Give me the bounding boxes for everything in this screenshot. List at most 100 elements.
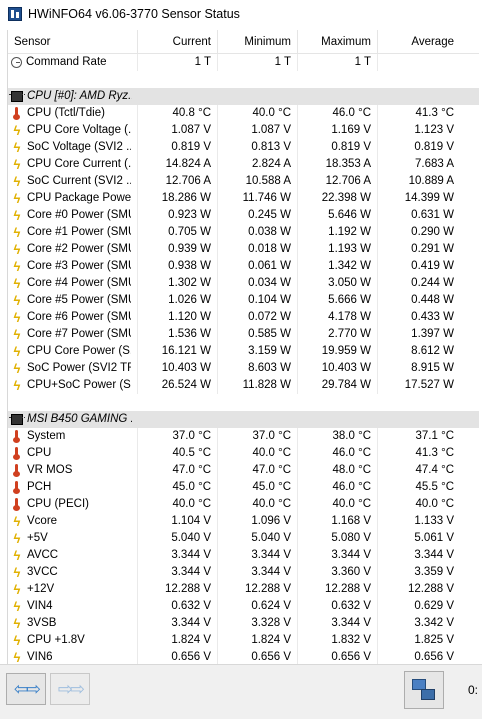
group-header-row[interactable]: CPU [#0]: AMD Ryz... (8, 88, 479, 105)
table-row[interactable]: ϟ SoC Voltage (SVI2 ... 0.819 V 0.813 V 0.81… (8, 139, 479, 156)
sensor-cell: CPU [#0]: AMD Ryz... (8, 88, 138, 105)
average-value: 8.612 W (411, 345, 454, 357)
double-arrow-disabled-icon: ⇨⇨ (57, 678, 85, 700)
table-row[interactable]: ϟ 3VCC 3.344 V 3.344 V 3.360 V 3.359 V (8, 564, 479, 581)
maximum-value: 46.0 °C (298, 445, 378, 462)
table-row[interactable]: ϟ VIN6 0.656 V 0.656 V 0.656 V 0.656 V (8, 649, 479, 664)
voltage-bolt-icon: ϟ (13, 361, 21, 376)
minimum-value: 47.0 °C (218, 462, 298, 479)
minimum-value: 0.072 W (218, 309, 298, 326)
voltage-bolt-icon: ϟ (13, 616, 21, 631)
current-value: 12.706 A (138, 173, 218, 190)
average-value: 8.915 W (411, 362, 454, 374)
maximum-value: 3.344 V (298, 615, 378, 632)
sensor-cell: ϟ CPU Package Powe... (8, 190, 138, 207)
sensor-name: VIN6 (27, 651, 53, 663)
column-header-sensor[interactable]: Sensor (8, 30, 138, 54)
table-row[interactable]: Command Rate 1 T1 T1 T (8, 54, 479, 71)
average-value: 12.288 V (407, 583, 454, 595)
table-row[interactable]: ϟ CPU+SoC Power (S... 26.524 W 11.828 W 29.7… (8, 377, 479, 394)
voltage-bolt-icon: ϟ (13, 633, 21, 648)
table-row[interactable]: ϟ Core #0 Power (SMU) 0.923 W 0.245 W 5.646 … (8, 207, 479, 224)
sensor-name: CPU Core Voltage (... (27, 124, 131, 136)
maximum-value: 29.784 W (298, 377, 378, 394)
table-row[interactable]: ϟ CPU Core Power (S... 16.121 W 3.159 W 19.9… (8, 343, 479, 360)
voltage-bolt-icon: ϟ (13, 344, 21, 359)
minimum-value: 45.0 °C (218, 479, 298, 496)
table-row[interactable]: ϟ CPU +1.8V 1.824 V 1.824 V 1.832 V 1.825 V (8, 632, 479, 649)
table-row[interactable]: PCH 45.0 °C 45.0 °C 46.0 °C 45.5 °C (8, 479, 479, 496)
network-button[interactable] (404, 671, 444, 709)
network-monitors-icon (411, 678, 437, 702)
table-row[interactable]: VR MOS 47.0 °C 47.0 °C 48.0 °C 47.4 °C (8, 462, 479, 479)
current-value: 40.8 °C (138, 105, 218, 122)
average-value: 7.683 A (414, 158, 454, 170)
average-value: 0.290 W (411, 226, 454, 238)
voltage-bolt-icon: ϟ (13, 565, 21, 580)
table-row[interactable]: ϟ +12V 12.288 V 12.288 V 12.288 V 12.288 V (8, 581, 479, 598)
minimum-value: 37.0 °C (218, 428, 298, 445)
table-row[interactable]: ϟ Core #5 Power (SMU) 1.026 W 0.104 W 5.666 … (8, 292, 479, 309)
minimum-value: 0.061 W (218, 258, 298, 275)
table-row[interactable]: ϟ SoC Current (SVI2 ... 12.706 A 10.588 A 12… (8, 173, 479, 190)
table-row[interactable]: CPU (Tctl/Tdie) 40.8 °C 40.0 °C 46.0 °C 41.3… (8, 105, 479, 122)
voltage-bolt-icon: ϟ (13, 208, 21, 223)
voltage-bolt-icon: ϟ (13, 293, 21, 308)
table-row[interactable]: ϟ VIN4 0.632 V 0.624 V 0.632 V 0.629 V (8, 598, 479, 615)
next-sensor-button[interactable]: ⇨⇨ (50, 673, 90, 705)
table-row[interactable]: ϟ 3VSB 3.344 V 3.328 V 3.344 V 3.342 V (8, 615, 479, 632)
window-title: HWiNFO64 v6.06-3770 Sensor Status (28, 7, 240, 21)
column-header-average[interactable]: Average (378, 30, 460, 54)
column-header-current[interactable]: Current (138, 30, 218, 54)
group-header-row[interactable]: MSI B450 GAMING ... (8, 411, 479, 428)
minimum-value: 3.159 W (218, 343, 298, 360)
table-row[interactable]: ϟ Core #2 Power (SMU) 0.939 W 0.018 W 1.193 … (8, 241, 479, 258)
table-row[interactable]: ϟ AVCC 3.344 V 3.344 V 3.344 V 3.344 V (8, 547, 479, 564)
maximum-value: 40.0 °C (298, 496, 378, 513)
minimum-value: 40.0 °C (218, 445, 298, 462)
column-header-minimum[interactable]: Minimum (218, 30, 298, 54)
table-row[interactable]: ϟ Core #7 Power (SMU) 1.536 W 0.585 W 2.770 … (8, 326, 479, 343)
thermometer-icon (11, 464, 23, 477)
voltage-bolt-icon: ϟ (13, 276, 21, 291)
sensor-name: CPU [#0]: AMD Ryz... (27, 90, 132, 102)
maximum-value: 1.168 V (298, 513, 378, 530)
average-value: 0.448 W (411, 294, 454, 306)
voltage-bolt-icon: ϟ (13, 582, 21, 597)
current-value: 14.824 A (138, 156, 218, 173)
current-value: 1.087 V (138, 122, 218, 139)
sensor-cell: ϟ CPU Core Power (S... (8, 343, 138, 360)
sensor-cell: ϟ SoC Voltage (SVI2 ... (8, 139, 138, 156)
table-row[interactable]: ϟ Core #1 Power (SMU) 0.705 W 0.038 W 1.192 … (8, 224, 479, 241)
previous-sensor-button[interactable]: ⇦⇨ (6, 673, 46, 705)
maximum-value: 0.632 V (298, 598, 378, 615)
sensor-name: +12V (27, 583, 55, 595)
sensor-table[interactable]: Sensor Current Minimum Maximum Average C… (7, 30, 479, 664)
current-value: 18.286 W (138, 190, 218, 207)
table-row[interactable]: ϟ SoC Power (SVI2 TFN) 10.403 W8.603 W10.4… (8, 360, 479, 377)
voltage-bolt-icon: ϟ (13, 531, 21, 546)
voltage-bolt-icon: ϟ (13, 599, 21, 614)
maximum-value: 3.360 V (298, 564, 378, 581)
table-row[interactable]: ϟ Core #3 Power (SMU) 0.938 W 0.061 W 1.342 … (8, 258, 479, 275)
column-header-maximum[interactable]: Maximum (298, 30, 378, 54)
maximum-value: 22.398 W (298, 190, 378, 207)
table-row[interactable]: ϟ Vcore 1.104 V 1.096 V 1.168 V 1.133 V (8, 513, 479, 530)
sensor-cell: ϟ Core #7 Power (SMU) (8, 326, 138, 343)
table-row[interactable]: CPU (PECI) 40.0 °C 40.0 °C 40.0 °C 40.0 °C (8, 496, 479, 513)
table-row[interactable]: System 37.0 °C 37.0 °C 38.0 °C 37.1 °C (8, 428, 479, 445)
table-row[interactable]: ϟ CPU Core Voltage (... 1.087 V 1.087 V 1.16… (8, 122, 479, 139)
table-row[interactable]: CPU 40.5 °C 40.0 °C 46.0 °C 41.3 °C (8, 445, 479, 462)
table-row[interactable]: ϟ CPU Core Current (... 14.824 A 2.824 A 18.… (8, 156, 479, 173)
sensor-cell: ϟ Core #4 Power (SMU) (8, 275, 138, 292)
table-row[interactable]: ϟ Core #6 Power (SMU) 1.120 W 0.072 W 4.178 … (8, 309, 479, 326)
maximum-value: 2.770 W (298, 326, 378, 343)
current-value: 1.536 W (138, 326, 218, 343)
sensor-name: +5V (27, 532, 48, 544)
current-value: 0.923 W (138, 207, 218, 224)
table-row[interactable]: ϟ Core #4 Power (SMU) 1.302 W 0.034 W 3.050 … (8, 275, 479, 292)
table-row[interactable]: ϟ +5V 5.040 V 5.040 V 5.080 V 5.061 V (8, 530, 479, 547)
minimum-value: 11.746 W (218, 190, 298, 207)
voltage-bolt-icon: ϟ (13, 548, 21, 563)
table-row[interactable]: ϟ CPU Package Powe... 18.286 W 11.746 W 22.3… (8, 190, 479, 207)
